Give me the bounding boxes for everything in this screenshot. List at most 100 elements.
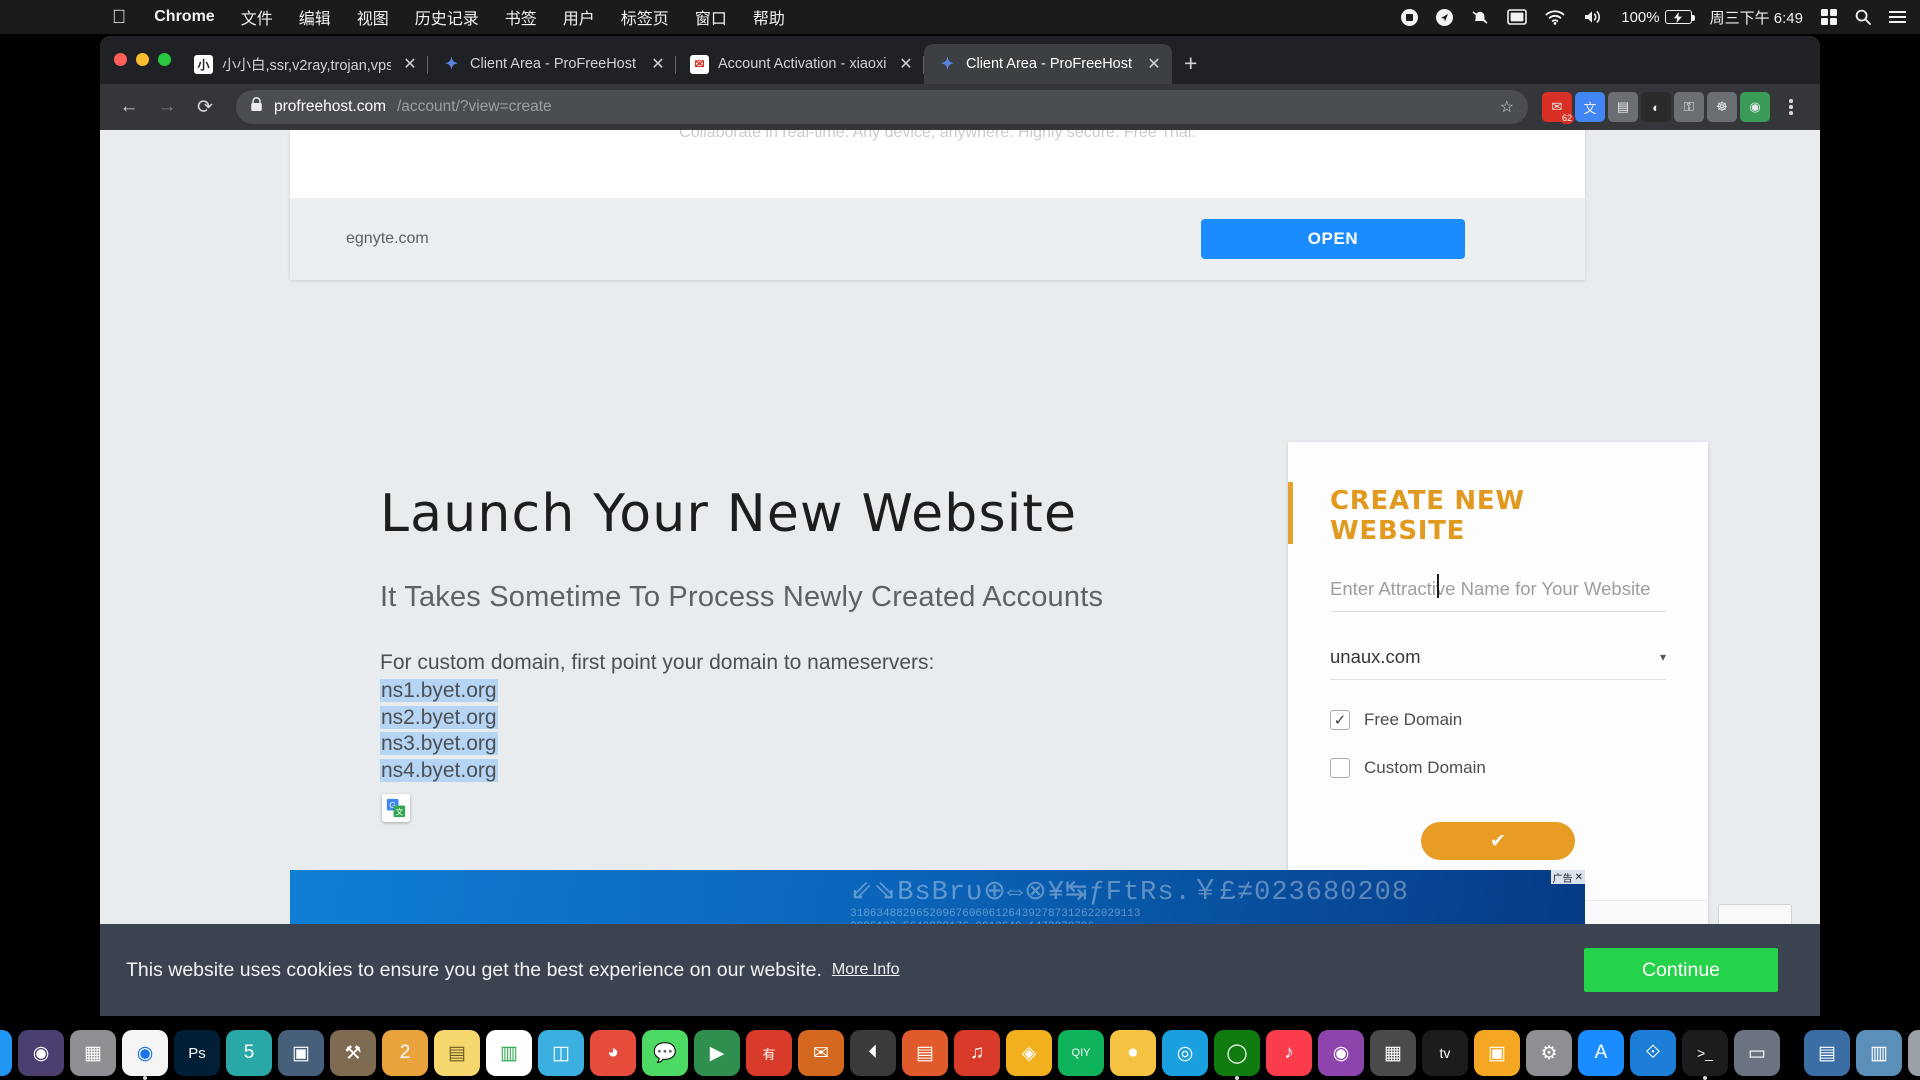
dock-item-xcode[interactable]: ⟐ xyxy=(1630,1030,1676,1076)
dock-item-fivem[interactable]: 5 xyxy=(226,1030,272,1076)
dock-item-safari[interactable]: ◎ xyxy=(1162,1030,1208,1076)
menubar-item-history[interactable]: 历史记录 xyxy=(415,5,479,29)
cookie-more-info-link[interactable]: More Info xyxy=(832,961,900,979)
custom-domain-checkbox[interactable] xyxy=(1330,758,1350,778)
volume-icon[interactable] xyxy=(1583,9,1603,25)
tab-close-icon[interactable]: ✕ xyxy=(648,54,668,74)
wifi-icon[interactable] xyxy=(1545,9,1565,25)
close-icon[interactable]: ✕ xyxy=(1575,872,1583,883)
dark-reader-extension-icon[interactable]: ◐ xyxy=(1641,92,1671,122)
website-name-field[interactable] xyxy=(1330,578,1666,612)
apple-menu-icon[interactable]:  xyxy=(112,8,126,27)
dock-item-notes[interactable]: ▤ xyxy=(434,1030,480,1076)
dock-item-timer[interactable]: ⏴ xyxy=(850,1030,896,1076)
menubar-item-view[interactable]: 视图 xyxy=(357,5,389,29)
screen-icon[interactable] xyxy=(1507,9,1528,25)
battery-status[interactable]: 100% xyxy=(1621,9,1695,26)
dock-item-mail-client[interactable]: ✉ xyxy=(798,1030,844,1076)
dock-item-chart-app[interactable]: ▤ xyxy=(902,1030,948,1076)
maximize-window-button[interactable] xyxy=(158,53,171,66)
menubar-item-chrome[interactable]: Chrome xyxy=(154,8,214,26)
minimize-window-button[interactable] xyxy=(136,53,149,66)
reload-button[interactable]: ⟳ xyxy=(188,90,222,124)
forward-button[interactable]: → xyxy=(150,90,184,124)
spotlight-search-icon[interactable] xyxy=(1855,9,1871,25)
menubar-item-file[interactable]: 文件 xyxy=(241,5,273,29)
dock-folder-downloads[interactable]: ▤ xyxy=(1804,1030,1850,1076)
ad-open-button[interactable]: OPEN xyxy=(1201,219,1465,259)
menubar-datetime[interactable]: 周三下午 6:49 xyxy=(1710,7,1803,28)
dock-item-numbers[interactable]: ▥ xyxy=(486,1030,532,1076)
dock-item-display-settings[interactable]: ▭ xyxy=(1734,1030,1780,1076)
tab-close-icon[interactable]: ✕ xyxy=(1144,54,1164,74)
chevron-down-icon[interactable]: ▾ xyxy=(1660,650,1666,664)
submit-button[interactable]: ✔ xyxy=(1421,822,1575,860)
dock-item-keynote[interactable]: ◫ xyxy=(538,1030,584,1076)
dock-item-siri[interactable]: ◉ xyxy=(18,1030,64,1076)
cookie-continue-button[interactable]: Continue xyxy=(1584,948,1778,992)
dock-item-music-red[interactable]: ♫ xyxy=(954,1030,1000,1076)
menubar-item-profiles[interactable]: 用户 xyxy=(563,5,595,29)
free-domain-checkbox[interactable]: ✓ xyxy=(1330,710,1350,730)
tab-0[interactable]: 小 小小白,ssr,v2ray,trojan,vps,vpn ✕ xyxy=(180,44,428,84)
dock-item-terminal[interactable]: >_ xyxy=(1682,1030,1728,1080)
dock-item-chrome[interactable]: ◉ xyxy=(122,1030,168,1080)
location-icon[interactable] xyxy=(1436,8,1454,26)
dock-item-calculator[interactable]: ▦ xyxy=(1370,1030,1416,1076)
dock-item-messages[interactable]: 💬 xyxy=(642,1030,688,1076)
top-advertisement[interactable]: Collaborate in real-time. Any device, an… xyxy=(290,130,1585,280)
dock-item-app-store[interactable]: A xyxy=(1578,1030,1624,1076)
address-bar[interactable]: profreehost.com/account/?view=create ☆ xyxy=(236,90,1528,124)
tab-close-icon[interactable]: ✕ xyxy=(400,54,420,74)
dock-item-finder[interactable]: ☺ xyxy=(0,1030,12,1076)
dock-item-folder-tools[interactable]: ⚒ xyxy=(330,1030,376,1076)
dock-item-photoshop[interactable]: Ps xyxy=(174,1030,220,1076)
menubar-item-help[interactable]: 帮助 xyxy=(753,5,785,29)
back-button[interactable]: ← xyxy=(112,90,146,124)
google-translate-icon[interactable]: G文 xyxy=(382,794,410,823)
dock-item-launchpad[interactable]: ▦ xyxy=(70,1030,116,1076)
ad-badge[interactable]: 广告 ✕ xyxy=(1550,870,1585,885)
website-name-input[interactable] xyxy=(1330,578,1666,600)
new-tab-button[interactable]: + xyxy=(1184,52,1197,75)
menu-list-icon[interactable] xyxy=(1889,11,1906,23)
record-stop-icon[interactable] xyxy=(1401,8,1419,26)
dock-item-color-picker[interactable]: ◕ xyxy=(590,1030,636,1076)
bookmark-star-icon[interactable]: ☆ xyxy=(1500,97,1514,117)
dock-item-books[interactable]: ▣ xyxy=(1474,1030,1520,1076)
dock-item-sublime-text[interactable]: 2 xyxy=(382,1030,428,1076)
dock-item-sketch[interactable]: ◈ xyxy=(1006,1030,1052,1076)
control-center-icon[interactable] xyxy=(1821,9,1837,25)
dock-item-bear-app[interactable]: ● xyxy=(1110,1030,1156,1076)
dock-item-screen-recorder[interactable]: ▶ xyxy=(694,1030,740,1076)
mail-extension-icon[interactable]: ✉ 62 xyxy=(1542,92,1574,124)
dock-item-apple-tv[interactable]: tv xyxy=(1422,1030,1468,1076)
menubar-item-window[interactable]: 窗口 xyxy=(695,5,727,29)
shield-extension-icon[interactable]: ⚿ xyxy=(1674,92,1704,122)
dock-item-system-settings[interactable]: ⚙ xyxy=(1526,1030,1572,1076)
custom-domain-row[interactable]: Custom Domain xyxy=(1330,758,1666,778)
menubar-item-edit[interactable]: 编辑 xyxy=(299,5,331,29)
notification-bell-icon[interactable] xyxy=(1471,9,1489,26)
dock-folder-documents[interactable]: ▥ xyxy=(1856,1030,1902,1076)
close-window-button[interactable] xyxy=(114,53,127,66)
tab-1[interactable]: ✦ Client Area - ProFreeHost ✕ xyxy=(428,44,676,84)
domain-select[interactable]: unaux.com ▾ xyxy=(1330,646,1666,680)
free-domain-row[interactable]: ✓ Free Domain xyxy=(1330,710,1666,730)
dock-item-music[interactable]: ♪ xyxy=(1266,1030,1312,1076)
dock-item-iqiyi[interactable]: QIY xyxy=(1058,1030,1104,1076)
dock-item-xbox[interactable]: ◯ xyxy=(1214,1030,1260,1080)
dock-item-youdao-dict[interactable]: 有 xyxy=(746,1030,792,1076)
menubar-item-bookmarks[interactable]: 书签 xyxy=(505,5,537,29)
dock-item-podcasts[interactable]: ◉ xyxy=(1318,1030,1364,1076)
menubar-item-tabs[interactable]: 标签页 xyxy=(621,5,669,29)
kebab-menu-icon[interactable] xyxy=(1774,90,1808,124)
dock-item-image-capture[interactable]: ▣ xyxy=(278,1030,324,1076)
tab-2[interactable]: ✉ Account Activation - xiaoxiaob ✕ xyxy=(676,44,924,84)
proxy-extension-icon[interactable]: ◉ xyxy=(1740,92,1770,122)
tab-close-icon[interactable]: ✕ xyxy=(896,54,916,74)
puzzle-extensions-icon[interactable]: ☸ xyxy=(1707,92,1737,122)
translate-extension-icon[interactable]: 文 xyxy=(1575,92,1605,122)
notes-extension-icon[interactable]: ▤ xyxy=(1608,92,1638,122)
tab-3-active[interactable]: ✦ Client Area - ProFreeHost ✕ xyxy=(924,44,1172,84)
